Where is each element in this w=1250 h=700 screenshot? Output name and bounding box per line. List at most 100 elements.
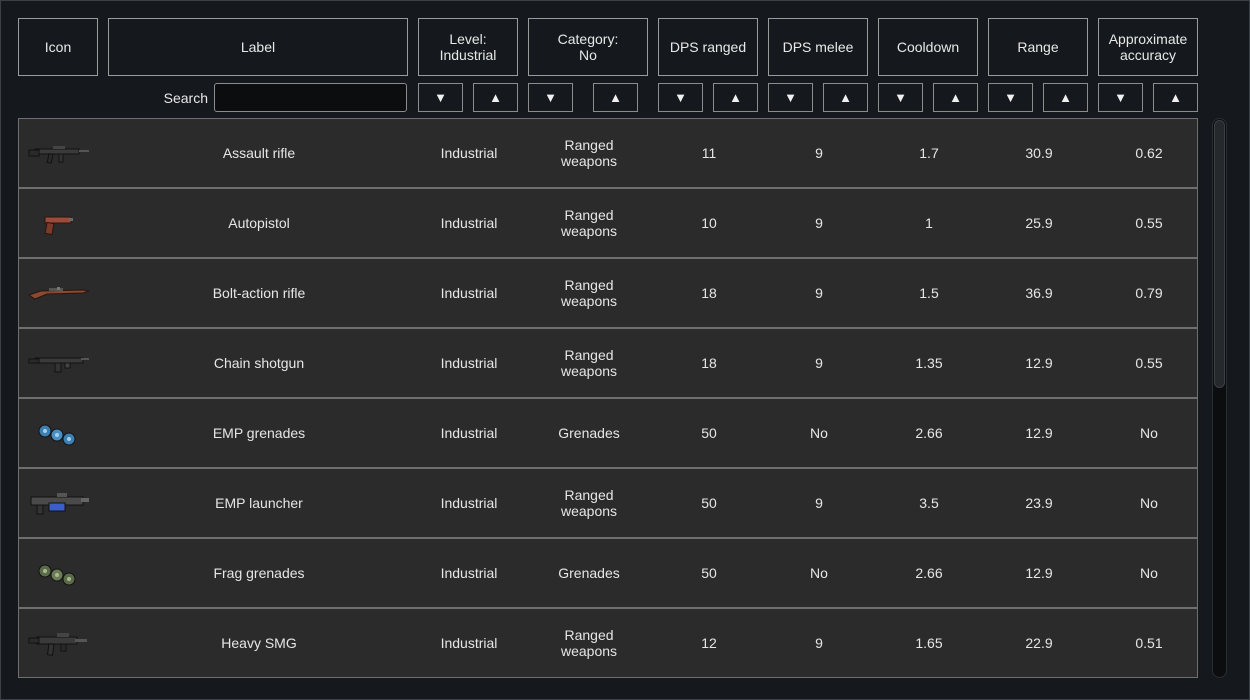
emp-launcher-icon bbox=[19, 469, 99, 537]
cell-dps-melee: 9 bbox=[815, 495, 823, 511]
table-row[interactable]: Frag grenades Industrial Grenades 50 No 2.66 1… bbox=[18, 538, 1198, 608]
column-header-label[interactable]: Label bbox=[108, 18, 408, 76]
cell-label: EMP grenades bbox=[212, 425, 306, 441]
cell-dps-ranged: 50 bbox=[701, 425, 717, 441]
cell-dps-melee: 9 bbox=[815, 355, 823, 371]
column-header-accuracy[interactable]: Approximate accuracy bbox=[1098, 18, 1198, 76]
cell-range: 30.9 bbox=[1025, 145, 1053, 161]
cell-dps-ranged: 10 bbox=[701, 215, 717, 231]
cell-level: Industrial bbox=[440, 635, 498, 651]
dps-melee-header-text: DPS melee bbox=[782, 39, 854, 55]
sort-desc-button-dps-melee[interactable]: ▼ bbox=[768, 83, 813, 112]
cell-accuracy: No bbox=[1140, 425, 1158, 441]
cell-level: Industrial bbox=[440, 215, 498, 231]
table-row[interactable]: Heavy SMG Industrial Ranged weapons 12 9 1.65 2… bbox=[18, 608, 1198, 678]
bolt-action-rifle-icon bbox=[19, 259, 99, 327]
cell-level: Industrial bbox=[440, 285, 498, 301]
cell-label: Assault rifle bbox=[222, 145, 296, 161]
cell-accuracy: 0.79 bbox=[1135, 285, 1163, 301]
category-line2: weapons bbox=[560, 223, 618, 239]
sort-asc-button-dps-melee[interactable]: ▲ bbox=[823, 83, 868, 112]
heavy-smg-icon bbox=[19, 609, 99, 677]
search-label: Search bbox=[163, 90, 208, 106]
cell-range: 25.9 bbox=[1025, 215, 1053, 231]
cell-category: Grenades bbox=[529, 399, 649, 467]
sort-asc-button-range[interactable]: ▲ bbox=[1043, 83, 1088, 112]
sort-asc-button-level[interactable]: ▲ bbox=[473, 83, 518, 112]
sort-desc-button-dps-ranged[interactable]: ▼ bbox=[658, 83, 703, 112]
sort-desc-button-cooldown[interactable]: ▼ bbox=[878, 83, 923, 112]
column-header-dps-ranged[interactable]: DPS ranged bbox=[658, 18, 758, 76]
cell-category: Ranged weapons bbox=[529, 469, 649, 537]
search-input[interactable] bbox=[214, 83, 407, 112]
scrollbar-thumb[interactable] bbox=[1214, 120, 1225, 388]
sort-desc-button-range[interactable]: ▼ bbox=[988, 83, 1033, 112]
weapons-table: Assault rifle Industrial Ranged weapons 11 9 1… bbox=[18, 118, 1198, 700]
cell-dps-melee: 9 bbox=[815, 215, 823, 231]
category-line2: weapons bbox=[560, 153, 618, 169]
category-line2: weapons bbox=[560, 643, 618, 659]
sort-asc-button-cooldown[interactable]: ▲ bbox=[933, 83, 978, 112]
cell-range: 12.9 bbox=[1025, 355, 1053, 371]
cell-range: 12.9 bbox=[1025, 425, 1053, 441]
cell-label: Bolt-action rifle bbox=[212, 285, 306, 301]
sort-desc-button-category[interactable]: ▼ bbox=[528, 83, 573, 112]
cell-label: Autopistol bbox=[228, 215, 290, 231]
cell-label: Heavy SMG bbox=[221, 635, 297, 651]
category-line1: Grenades bbox=[558, 425, 620, 441]
cell-dps-ranged: 18 bbox=[701, 285, 717, 301]
category-line2: weapons bbox=[560, 503, 618, 519]
cell-label: EMP launcher bbox=[215, 495, 303, 511]
category-line1: Ranged bbox=[564, 627, 614, 643]
cell-level: Industrial bbox=[440, 425, 498, 441]
cell-label: Frag grenades bbox=[213, 565, 305, 581]
category-line1: Ranged bbox=[564, 487, 614, 503]
table-row[interactable]: Bolt-action rifle Industrial Ranged weapons… bbox=[18, 258, 1198, 328]
sort-asc-button-dps-ranged[interactable]: ▲ bbox=[713, 83, 758, 112]
range-header-text: Range bbox=[1017, 39, 1059, 55]
cell-cooldown: 1.65 bbox=[915, 635, 943, 651]
column-header-icon[interactable]: Icon bbox=[18, 18, 98, 76]
cell-range: 23.9 bbox=[1025, 495, 1053, 511]
accuracy-header-line2: accuracy bbox=[1119, 47, 1177, 63]
cell-category: Grenades bbox=[529, 539, 649, 607]
cell-accuracy: 0.55 bbox=[1135, 355, 1163, 371]
table-row[interactable]: Assault rifle Industrial Ranged weapons 11 9 1… bbox=[18, 118, 1198, 188]
table-row[interactable]: EMP grenades Industrial Grenades 50 No 2.66 12… bbox=[18, 398, 1198, 468]
sort-asc-button-category[interactable]: ▲ bbox=[593, 83, 638, 112]
cell-range: 22.9 bbox=[1025, 635, 1053, 651]
cell-category: Ranged weapons bbox=[529, 609, 649, 677]
category-line1: Grenades bbox=[558, 565, 620, 581]
column-header-level[interactable]: Level: Industrial bbox=[418, 18, 518, 76]
cell-cooldown: 1.7 bbox=[919, 145, 939, 161]
column-header-dps-melee[interactable]: DPS melee bbox=[768, 18, 868, 76]
sort-asc-button-accuracy[interactable]: ▲ bbox=[1153, 83, 1198, 112]
cell-dps-melee: 9 bbox=[815, 145, 823, 161]
table-row[interactable]: Chain shotgun Industrial Ranged weapons 18 9 1… bbox=[18, 328, 1198, 398]
cell-cooldown: 2.66 bbox=[915, 565, 943, 581]
emp-grenades-icon bbox=[19, 399, 99, 467]
column-header-label-text: Label bbox=[240, 39, 276, 55]
cell-cooldown: 1.5 bbox=[919, 285, 939, 301]
cell-accuracy: No bbox=[1140, 565, 1158, 581]
cell-accuracy: 0.55 bbox=[1135, 215, 1163, 231]
level-header-line2: Industrial bbox=[439, 47, 497, 63]
assault-rifle-icon bbox=[19, 119, 99, 187]
sort-desc-button-level[interactable]: ▼ bbox=[418, 83, 463, 112]
category-line1: Ranged bbox=[564, 137, 614, 153]
table-row[interactable]: Autopistol Industrial Ranged weapons 10 9 1 25.… bbox=[18, 188, 1198, 258]
column-header-icon-label: Icon bbox=[44, 39, 72, 55]
column-header-category[interactable]: Category: No bbox=[528, 18, 648, 76]
cell-accuracy: No bbox=[1140, 495, 1158, 511]
category-line2: weapons bbox=[560, 293, 618, 309]
cell-level: Industrial bbox=[440, 565, 498, 581]
cell-cooldown: 3.5 bbox=[919, 495, 939, 511]
table-row[interactable]: EMP launcher Industrial Ranged weapons 50 9 3.… bbox=[18, 468, 1198, 538]
sort-desc-button-accuracy[interactable]: ▼ bbox=[1098, 83, 1143, 112]
cell-category: Ranged weapons bbox=[529, 189, 649, 257]
category-line2: weapons bbox=[560, 363, 618, 379]
column-header-cooldown[interactable]: Cooldown bbox=[878, 18, 978, 76]
cell-level: Industrial bbox=[440, 145, 498, 161]
category-line1: Ranged bbox=[564, 277, 614, 293]
column-header-range[interactable]: Range bbox=[988, 18, 1088, 76]
